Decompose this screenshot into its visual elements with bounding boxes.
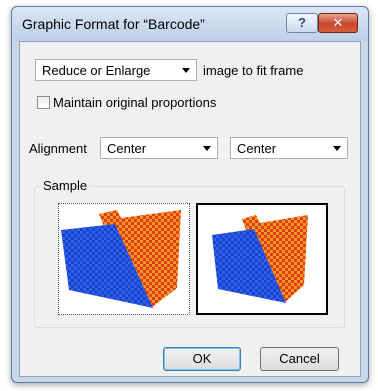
folder-icon xyxy=(212,215,308,303)
scaling-dropdown[interactable]: Reduce or Enlarge xyxy=(35,59,197,81)
chevron-down-icon xyxy=(203,146,211,151)
scaling-suffix-label: image to fit frame xyxy=(203,63,304,78)
folder-icon xyxy=(61,210,181,308)
maintain-proportions-label[interactable]: Maintain original proportions xyxy=(53,95,216,110)
maintain-proportions-checkbox[interactable] xyxy=(37,96,50,109)
close-button[interactable]: ✕ xyxy=(318,13,358,33)
sample-group-label: Sample xyxy=(40,178,91,193)
sample-original xyxy=(58,203,190,315)
dialog-title: Graphic Format for “Barcode” xyxy=(22,16,205,32)
chevron-down-icon xyxy=(333,146,341,151)
close-icon: ✕ xyxy=(332,15,344,30)
dialog-body: Reduce or Enlarge image to fit frame Mai… xyxy=(19,41,361,377)
alignment-horizontal-value: Center xyxy=(107,141,147,156)
alignment-vertical-value: Center xyxy=(237,141,277,156)
help-button[interactable]: ? xyxy=(286,13,318,33)
dialog-window: Graphic Format for “Barcode” ? ✕ Reduce … xyxy=(11,6,369,383)
ok-button[interactable]: OK xyxy=(163,347,241,371)
alignment-vertical-dropdown[interactable]: Center xyxy=(230,137,348,159)
title-bar[interactable]: Graphic Format for “Barcode” ? ✕ xyxy=(12,7,368,41)
sample-preview xyxy=(196,203,328,315)
alignment-horizontal-dropdown[interactable]: Center xyxy=(100,137,218,159)
scaling-value: Reduce or Enlarge xyxy=(42,63,151,78)
alignment-label: Alignment xyxy=(29,141,87,156)
cancel-button[interactable]: Cancel xyxy=(260,347,339,371)
chevron-down-icon xyxy=(182,68,190,73)
help-icon: ? xyxy=(298,15,306,30)
